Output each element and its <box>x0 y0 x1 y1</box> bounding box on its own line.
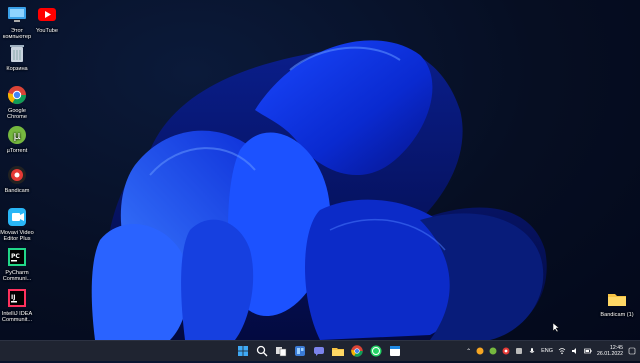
start-button[interactable] <box>236 344 250 358</box>
youtube-icon <box>36 4 58 26</box>
recycle-bin-icon <box>6 42 28 64</box>
task-view-button[interactable] <box>274 344 288 358</box>
file-explorer-button[interactable] <box>331 344 345 358</box>
desktop-icon-utorrent[interactable]: µ µTorrent <box>0 124 34 154</box>
svg-text:µ: µ <box>14 129 21 142</box>
tray-bandicam-icon[interactable] <box>502 347 510 355</box>
teams-chat-button[interactable] <box>312 344 326 358</box>
utorrent-icon: µ <box>6 124 28 146</box>
tray-app-icon-3[interactable] <box>515 347 523 355</box>
volume-icon[interactable] <box>571 347 579 355</box>
search-icon <box>256 345 268 357</box>
task-view-icon <box>276 347 287 357</box>
language-indicator[interactable]: ENG <box>541 348 553 354</box>
windows-logo-icon <box>238 346 248 356</box>
microphone-icon[interactable] <box>528 347 536 355</box>
desktop-icon-pycharm[interactable]: PC PyCharm Communi... <box>0 246 34 283</box>
bandicam-folder-icon <box>606 288 628 310</box>
pycharm-icon: PC <box>6 246 28 268</box>
tray-app-icon-1[interactable] <box>476 347 484 355</box>
desktop-icon-recycle-bin[interactable]: Корзина <box>0 42 34 72</box>
bandicam-icon <box>6 164 28 186</box>
desktop-icon-youtube[interactable]: YouTube <box>30 4 64 34</box>
this-computer-icon <box>6 4 28 26</box>
notifications-icon[interactable] <box>628 347 636 355</box>
chrome-icon <box>351 345 363 357</box>
system-tray: ⌃ ENG 12:45 26.01.2022 <box>466 341 636 361</box>
whatsapp-icon <box>370 345 382 357</box>
desktop-icon-intellij-idea[interactable]: IJ IntelliJ IDEA Communit... <box>0 287 34 324</box>
desktop-icon-bandicam[interactable]: Bandicam <box>0 164 34 194</box>
wifi-icon[interactable] <box>558 347 566 355</box>
desktop-icon-this-computer[interactable]: Этот компьютер <box>0 4 34 41</box>
chrome-button[interactable] <box>350 344 364 358</box>
movavi-video-editor-icon <box>6 206 28 228</box>
desktop-icon-movavi-video-editor[interactable]: Movavi Video Editor Plus <box>0 206 34 243</box>
whatsapp-button[interactable] <box>369 344 383 358</box>
taskbar-clock[interactable]: 12:45 26.01.2022 <box>597 345 623 358</box>
mouse-cursor-icon <box>553 323 560 333</box>
widgets-icon <box>295 346 305 356</box>
desktop-icon-google-chrome[interactable]: Google Chrome <box>0 84 34 121</box>
calendar-app-button[interactable] <box>388 344 402 358</box>
search-button[interactable] <box>255 344 269 358</box>
calendar-icon <box>390 346 400 356</box>
tray-app-icon-2[interactable] <box>489 347 497 355</box>
show-hidden-icons-icon[interactable]: ⌃ <box>466 348 471 355</box>
battery-icon[interactable] <box>584 347 592 355</box>
widgets-button[interactable] <box>293 344 307 358</box>
desktop-wallpaper <box>91 40 547 340</box>
folder-icon <box>332 348 344 356</box>
taskbar: ⌃ ENG 12:45 26.01.2022 <box>0 340 640 361</box>
google-chrome-icon <box>6 84 28 106</box>
taskbar-pinned-apps <box>236 344 402 358</box>
intellij-idea-icon: IJ <box>6 287 28 309</box>
svg-text:PC: PC <box>11 253 20 260</box>
desktop-icon-bandicam-folder[interactable]: Bandicam (1) <box>600 288 634 318</box>
chat-icon <box>314 347 324 356</box>
svg-text:IJ: IJ <box>11 294 15 301</box>
clock-date: 26.01.2022 <box>597 351 623 357</box>
